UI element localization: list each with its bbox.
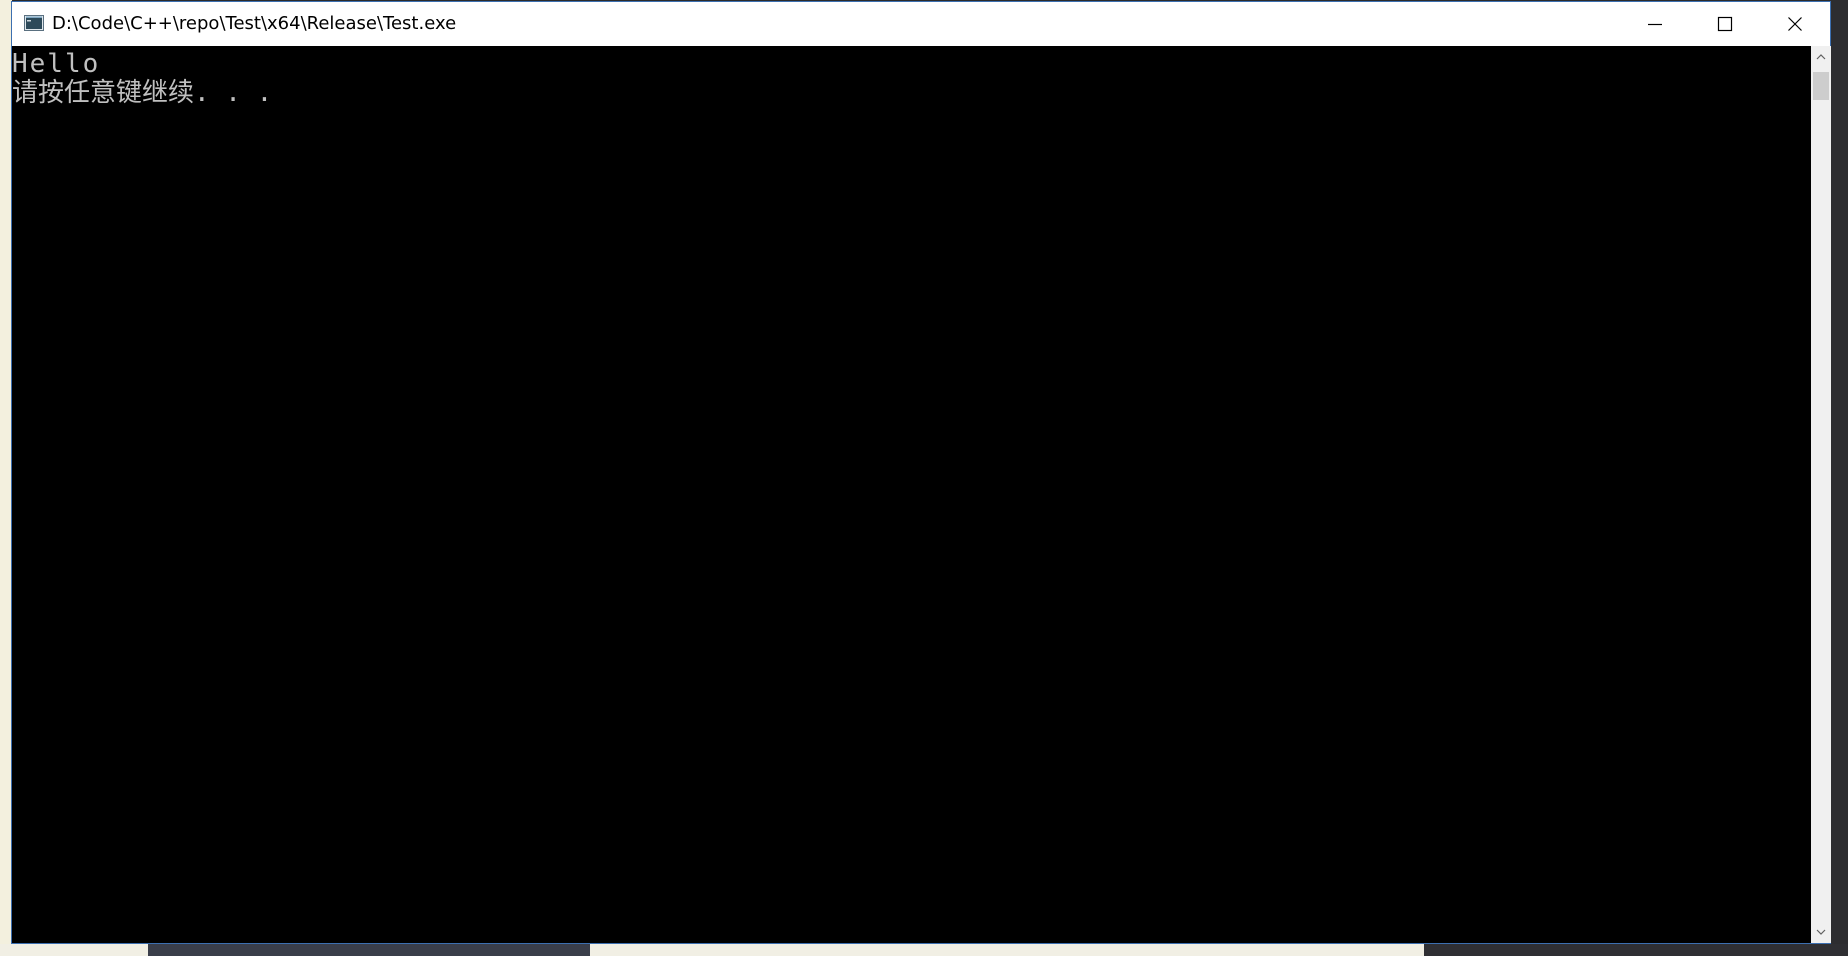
- background-window-strip: [148, 944, 590, 956]
- minimize-icon: [1648, 23, 1662, 26]
- close-button[interactable]: [1760, 2, 1830, 46]
- background-window-strip-right: [1424, 944, 1848, 956]
- chevron-down-icon: [1816, 929, 1826, 935]
- title-bar[interactable]: D:\Code\C++\repo\Test\x64\Release\Test.e…: [12, 2, 1830, 46]
- console-app-icon: [24, 15, 44, 31]
- scroll-up-button[interactable]: [1811, 46, 1831, 68]
- window-controls: [1620, 2, 1830, 46]
- scroll-down-button[interactable]: [1811, 921, 1831, 943]
- scroll-thumb[interactable]: [1813, 72, 1829, 100]
- console-line: Hello: [12, 49, 101, 79]
- maximize-button[interactable]: [1690, 2, 1760, 46]
- minimize-button[interactable]: [1620, 2, 1690, 46]
- console-line: 请按任意键继续. . .: [12, 78, 273, 108]
- console-window[interactable]: D:\Code\C++\repo\Test\x64\Release\Test.e…: [11, 1, 1831, 944]
- close-icon: [1788, 17, 1802, 31]
- console-output[interactable]: Hello 请按任意键继续. . .: [12, 46, 1811, 943]
- vertical-scrollbar[interactable]: [1811, 46, 1831, 943]
- background-window-edge: [1830, 0, 1848, 956]
- window-title: D:\Code\C++\repo\Test\x64\Release\Test.e…: [52, 13, 457, 34]
- maximize-icon: [1717, 16, 1733, 32]
- chevron-up-icon: [1816, 54, 1826, 60]
